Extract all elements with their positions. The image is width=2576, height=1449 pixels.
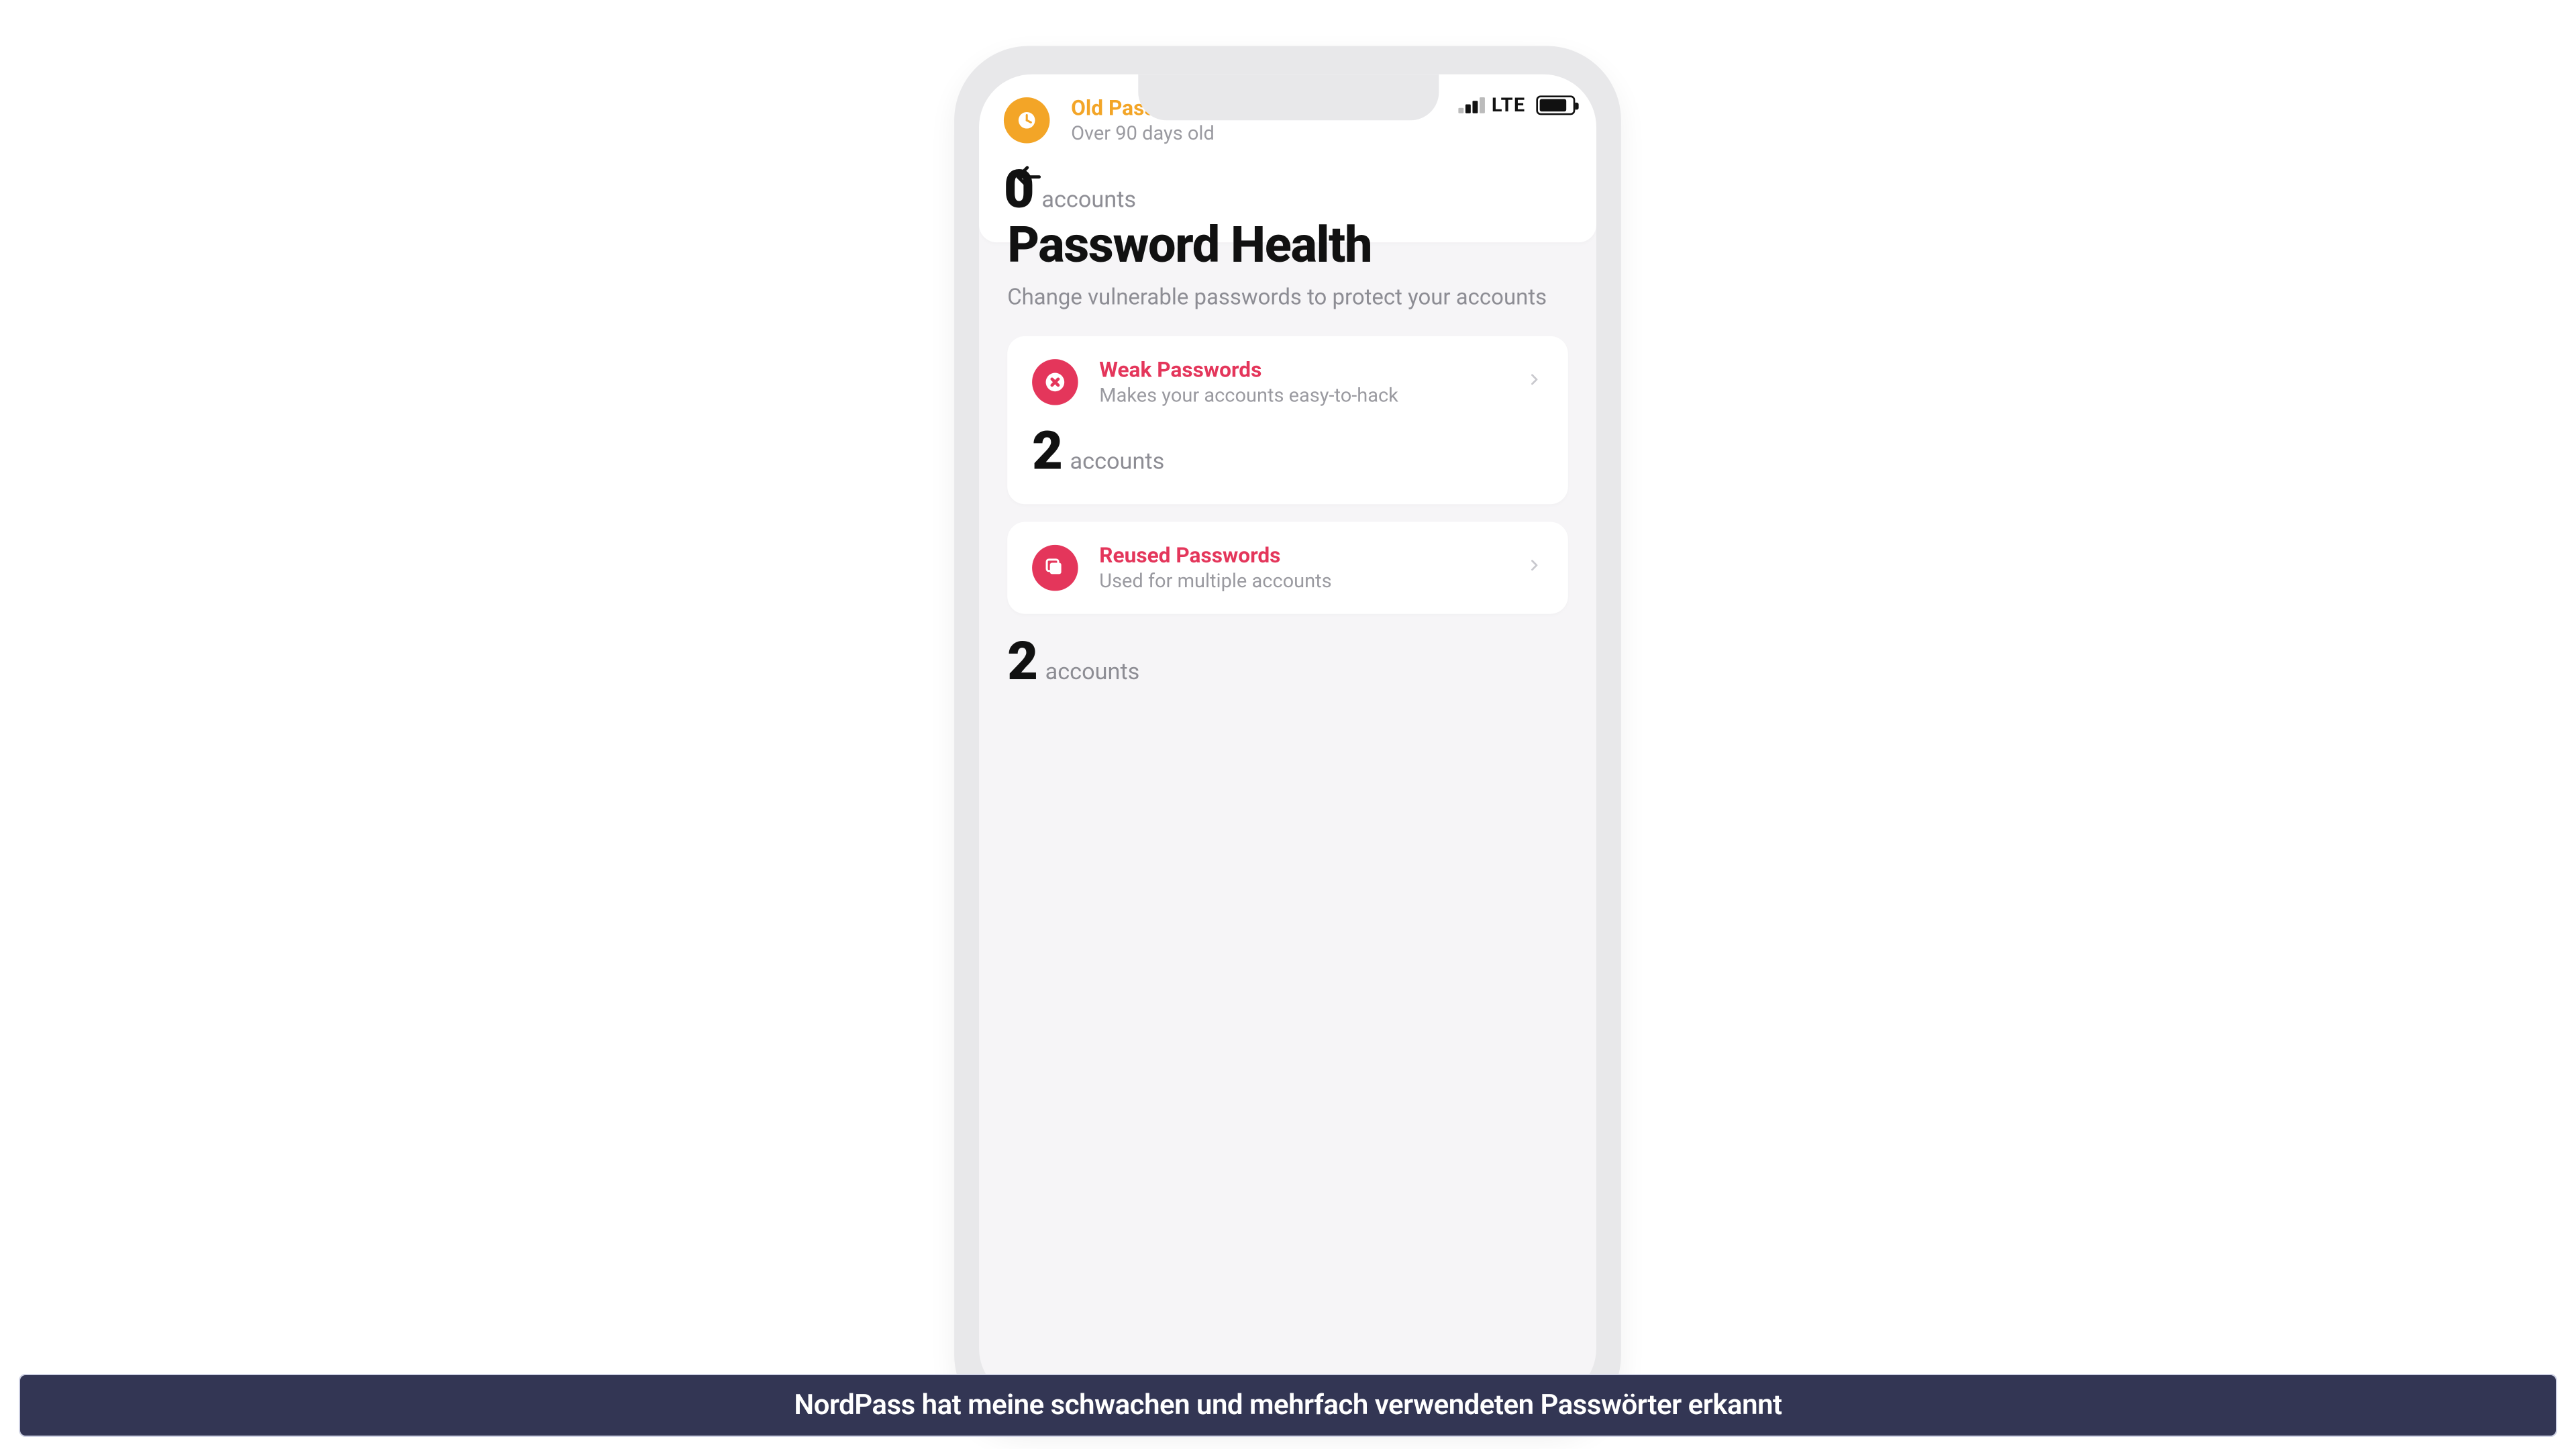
page-title: Password Health <box>1007 216 1568 274</box>
card-title: Weak Passwords <box>1099 357 1398 382</box>
card-weak-passwords[interactable]: Weak Passwords Makes your accounts easy-… <box>1007 336 1568 504</box>
screen-content: Password Health Change vulnerable passwo… <box>979 134 1596 1401</box>
phone-frame: LTE Password Health Change vulnerable pa… <box>954 46 1621 1430</box>
card-count: 2 <box>1007 632 1036 693</box>
caption-banner: NordPass hat meine schwachen und mehrfac… <box>19 1374 2557 1437</box>
page-subtitle: Change vulnerable passwords to protect y… <box>1007 285 1568 311</box>
card-title: Reused Passwords <box>1099 543 1331 568</box>
card-subtitle: Makes your accounts easy-to-hack <box>1099 384 1398 407</box>
card-count-label: accounts <box>1045 660 1140 687</box>
phone-screen: LTE Password Health Change vulnerable pa… <box>979 74 1596 1401</box>
card-count: 2 <box>1032 421 1061 483</box>
copy-icon <box>1032 545 1078 591</box>
x-circle-icon <box>1032 359 1078 405</box>
clock-icon <box>1004 97 1050 144</box>
chevron-right-icon <box>1526 365 1543 399</box>
chevron-right-icon <box>1526 551 1543 585</box>
card-subtitle: Used for multiple accounts <box>1099 570 1331 593</box>
card-subtitle: Over 90 days old <box>1071 122 1215 145</box>
card-reused-passwords[interactable]: Reused Passwords Used for multiple accou… <box>1007 522 1568 614</box>
caption-text: NordPass hat meine schwachen und mehrfac… <box>36 1387 2540 1423</box>
card-count-label: accounts <box>1070 450 1164 477</box>
back-button[interactable] <box>1007 156 1049 198</box>
arrow-left-icon <box>1013 161 1044 193</box>
phone-notch <box>1137 74 1438 121</box>
